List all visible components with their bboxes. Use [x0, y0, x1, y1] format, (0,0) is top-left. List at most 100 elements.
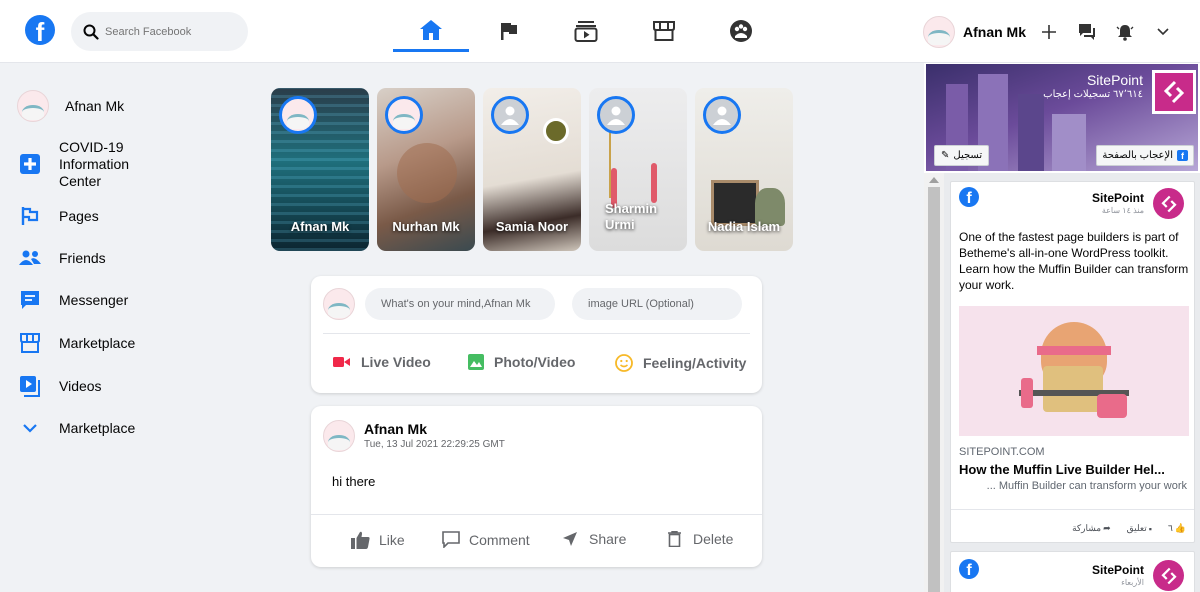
page-likes-count: ٦٧٬٦١٤ تسجيلات إعجاب	[1043, 89, 1143, 100]
scrollbar[interactable]	[924, 173, 944, 592]
page-name[interactable]: SitePoint	[1087, 72, 1143, 88]
bell-icon[interactable]	[1106, 13, 1144, 51]
pencil-icon: ✎	[941, 150, 950, 161]
building-decoration	[1018, 94, 1044, 171]
tab-groups[interactable]	[703, 10, 779, 52]
story-card[interactable]: Samia Noor	[483, 88, 581, 251]
sidebar-item-friends[interactable]: Friends	[0, 237, 250, 279]
tab-pages[interactable]	[471, 10, 547, 52]
image-url-input[interactable]: image URL (Optional)	[572, 288, 742, 320]
plus-icon[interactable]	[1030, 13, 1068, 51]
facebook-logo-icon[interactable]: f	[25, 15, 55, 45]
divider	[323, 333, 750, 334]
like-button[interactable]: Like	[351, 531, 405, 549]
sitepoint-logo-icon[interactable]	[1153, 188, 1184, 219]
top-navbar: f Afnan Mk	[0, 0, 1200, 63]
tab-marketplace[interactable]	[626, 10, 702, 52]
search-input[interactable]	[105, 25, 235, 38]
story-card[interactable]: Nadia Islam	[695, 88, 793, 251]
like-page-button[interactable]: الإعجاب بالصفحة f	[1096, 145, 1194, 166]
facebook-icon: f	[1177, 150, 1188, 161]
share-label: Share	[589, 531, 627, 547]
dumbbell-illustration	[1021, 378, 1033, 408]
thumbs-up-icon: 👍	[1174, 523, 1186, 533]
feed-post: f SitePoint الأربعاء	[950, 551, 1195, 592]
tab-watch[interactable]	[548, 10, 624, 52]
feed-share-button[interactable]: ➦ مشاركة	[1072, 523, 1111, 534]
link-preview[interactable]: SITEPOINT.COM How the Muffin Live Builde…	[951, 436, 1194, 510]
groups-icon	[730, 20, 752, 42]
feed-post-author[interactable]: SitePoint	[1092, 191, 1144, 205]
video-camera-icon	[333, 357, 350, 367]
sidebar-user-name: Afnan Mk	[65, 98, 125, 114]
feed-post-author[interactable]: SitePoint	[1092, 563, 1144, 577]
tab-home[interactable]	[393, 10, 469, 52]
sidebar-item-messenger[interactable]: Messenger	[0, 279, 250, 321]
story-name: Nurhan Mk	[392, 219, 460, 234]
user-icon	[501, 106, 519, 125]
story-card[interactable]: Afnan Mk	[271, 88, 369, 251]
live-video-button[interactable]: Live Video	[333, 354, 431, 370]
page-cover[interactable]: SitePoint ٦٧٬٦١٤ تسجيلات إعجاب ✎ تسجيل ا…	[926, 64, 1198, 171]
scroll-thumb[interactable]	[928, 187, 940, 592]
sidebar-item-pages[interactable]: Pages	[0, 195, 250, 237]
post-timestamp: Tue, 13 Jul 2021 22:29:25 GMT	[364, 439, 505, 450]
sidebar-item-label: Pages	[59, 208, 99, 224]
delete-button[interactable]: Delete	[668, 531, 733, 547]
flag-icon	[501, 23, 517, 40]
dumbbell-illustration	[1097, 394, 1127, 418]
sign-up-label: تسجيل	[953, 150, 983, 161]
scroll-up-arrow-icon[interactable]	[929, 177, 939, 183]
chevron-down-icon[interactable]	[1144, 13, 1182, 51]
feed-like-button[interactable]: 👍 ٦	[1168, 523, 1186, 534]
live-video-label: Live Video	[361, 354, 431, 370]
sidebar-item-label: Friends	[59, 250, 106, 266]
story-card[interactable]: Sharmin Urmi	[589, 88, 687, 251]
sign-up-button[interactable]: ✎ تسجيل	[934, 145, 990, 166]
messenger-icon[interactable]	[1068, 13, 1106, 51]
flag-icon	[17, 206, 43, 226]
sidebar-item-videos[interactable]: Videos	[0, 365, 250, 407]
avatar	[389, 100, 419, 130]
search-icon	[83, 24, 99, 40]
sitepoint-logo-icon[interactable]	[1153, 560, 1184, 591]
share-button[interactable]: Share	[562, 531, 626, 547]
story-avatar	[385, 96, 423, 134]
left-sidebar: Afnan Mk COVID-19 Information Center Pag…	[0, 80, 250, 449]
sidebar-item-label: Messenger	[59, 292, 129, 308]
story-image	[397, 143, 457, 203]
smiley-icon	[615, 354, 633, 372]
stories-row: Afnan Mk Nurhan Mk Samia Noor Sharmin Ur…	[271, 88, 793, 251]
photo-video-button[interactable]: Photo/Video	[468, 354, 575, 370]
post-body: hi there	[332, 474, 376, 489]
like-page-label: الإعجاب بالصفحة	[1102, 150, 1173, 161]
sidebar-item-profile[interactable]: Afnan Mk	[0, 77, 250, 135]
feed-post-time: الأربعاء	[1121, 578, 1144, 587]
avatar[interactable]	[923, 15, 955, 48]
sitepoint-logo-icon	[1155, 73, 1193, 111]
photo-icon	[468, 354, 484, 370]
story-card[interactable]: Nurhan Mk	[377, 88, 475, 251]
sidebar-item-see-more[interactable]: Marketplace	[0, 407, 250, 449]
message-icon	[17, 290, 43, 310]
post-author[interactable]: Afnan Mk	[364, 421, 427, 437]
avatar	[283, 100, 313, 130]
comment-button[interactable]: Comment	[442, 531, 530, 548]
share-icon: ➦	[1103, 523, 1111, 533]
post-card: Afnan Mk Tue, 13 Jul 2021 22:29:25 GMT h…	[311, 406, 762, 567]
feed-post-time: منذ ١٤ ساعة	[1101, 206, 1144, 215]
sidebar-item-marketplace[interactable]: Marketplace	[0, 321, 250, 365]
sidebar-item-covid[interactable]: COVID-19 Information Center	[0, 138, 250, 190]
feed-post: f SitePoint منذ ١٤ ساعة One of the faste…	[950, 181, 1195, 543]
page-logo[interactable]	[1152, 70, 1196, 114]
feed-comment-button[interactable]: ▪ تعليق	[1127, 523, 1152, 534]
feeling-activity-button[interactable]: Feeling/Activity	[615, 354, 746, 372]
header-user-name[interactable]: Afnan Mk	[963, 24, 1026, 40]
page-timeline: f SitePoint منذ ١٤ ساعة One of the faste…	[924, 173, 1200, 592]
avatar	[323, 288, 355, 320]
status-input[interactable]: What's on your mind,Afnan Mk	[365, 288, 555, 320]
link-preview-image[interactable]	[959, 306, 1189, 436]
search-box[interactable]	[71, 12, 248, 51]
friends-icon	[17, 250, 43, 266]
story-name: Samia Noor	[495, 219, 569, 234]
